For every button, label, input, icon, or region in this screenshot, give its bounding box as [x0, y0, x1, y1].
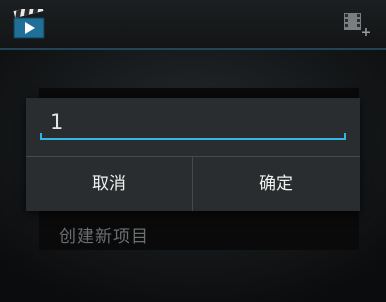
list-item-label: 创建新项目 [59, 227, 149, 247]
add-clip-button[interactable] [336, 7, 376, 41]
input-dialog: 取消 确定 [26, 98, 360, 211]
input-underline [40, 138, 346, 140]
action-bar-divider [0, 48, 386, 50]
action-bar [0, 0, 386, 49]
add-clip-icon [344, 13, 370, 36]
list-item-create-project[interactable]: 创建新项目 [39, 218, 359, 250]
cancel-button[interactable]: 取消 [26, 157, 192, 211]
project-name-input[interactable] [38, 104, 350, 140]
app-logo-icon[interactable] [13, 4, 45, 39]
input-underline-right-tick [344, 133, 346, 139]
dialog-button-bar: 取消 确定 [26, 156, 360, 212]
clapperboard-play-icon [13, 4, 45, 39]
input-container [38, 98, 350, 156]
ok-button[interactable]: 确定 [193, 157, 359, 211]
